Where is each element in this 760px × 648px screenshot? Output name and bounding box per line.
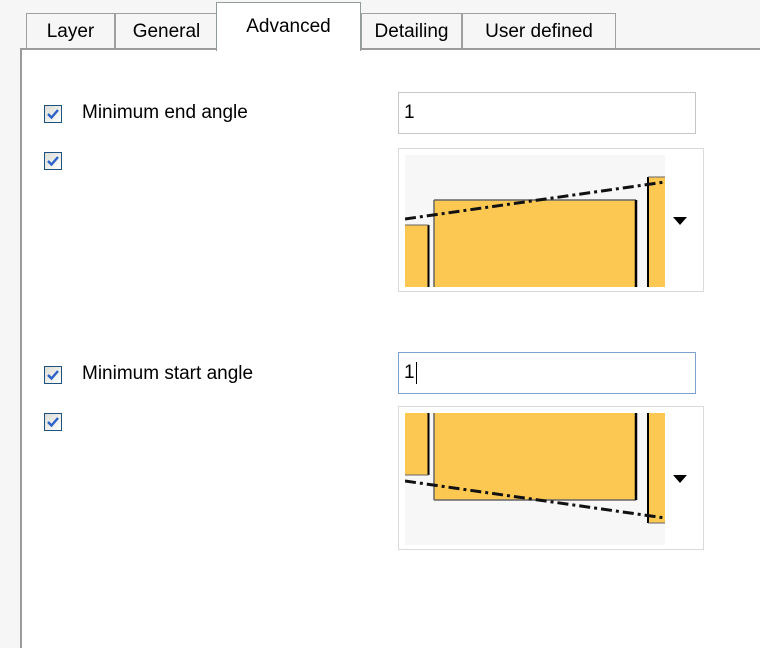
tab-layer[interactable]: Layer bbox=[26, 13, 115, 50]
minimum-start-angle-value: 1 bbox=[404, 362, 415, 383]
start-option-checkbox[interactable] bbox=[44, 413, 62, 431]
tab-advanced[interactable]: Advanced bbox=[216, 2, 361, 51]
checkmark-icon bbox=[47, 109, 59, 120]
checkmark-icon bbox=[47, 156, 59, 167]
minimum-start-angle-checkbox[interactable] bbox=[44, 366, 62, 384]
tab-user-defined[interactable]: User defined bbox=[462, 13, 616, 50]
end-angle-preview-image bbox=[405, 155, 665, 287]
tab-user-defined-label: User defined bbox=[485, 21, 593, 42]
tab-advanced-label: Advanced bbox=[246, 16, 331, 37]
chevron-down-icon bbox=[673, 475, 687, 483]
tab-detailing[interactable]: Detailing bbox=[361, 13, 462, 50]
checkmark-icon bbox=[47, 370, 59, 381]
tab-layer-label: Layer bbox=[46, 21, 95, 42]
minimum-end-angle-label: Minimum end angle bbox=[82, 102, 248, 123]
minimum-end-angle-input[interactable]: 1 bbox=[398, 92, 696, 134]
tab-detailing-label: Detailing bbox=[374, 21, 449, 42]
minimum-start-angle-label: Minimum start angle bbox=[82, 363, 254, 384]
text-caret bbox=[415, 362, 417, 384]
end-option-checkbox[interactable] bbox=[44, 152, 62, 170]
chevron-down-icon bbox=[673, 217, 687, 225]
checkmark-icon bbox=[47, 417, 59, 428]
advanced-panel bbox=[20, 48, 760, 648]
minimum-start-angle-input[interactable]: 1 bbox=[398, 352, 696, 394]
minimum-end-angle-value: 1 bbox=[404, 102, 415, 123]
start-angle-preview-image bbox=[405, 413, 665, 545]
tab-strip: Layer General Advanced Detailing User de… bbox=[26, 0, 760, 51]
minimum-end-angle-checkbox[interactable] bbox=[44, 105, 62, 123]
end-angle-style-dropdown[interactable] bbox=[398, 148, 704, 292]
tab-general-label: General bbox=[132, 21, 201, 42]
tab-general[interactable]: General bbox=[115, 13, 218, 50]
start-angle-style-dropdown[interactable] bbox=[398, 406, 704, 550]
